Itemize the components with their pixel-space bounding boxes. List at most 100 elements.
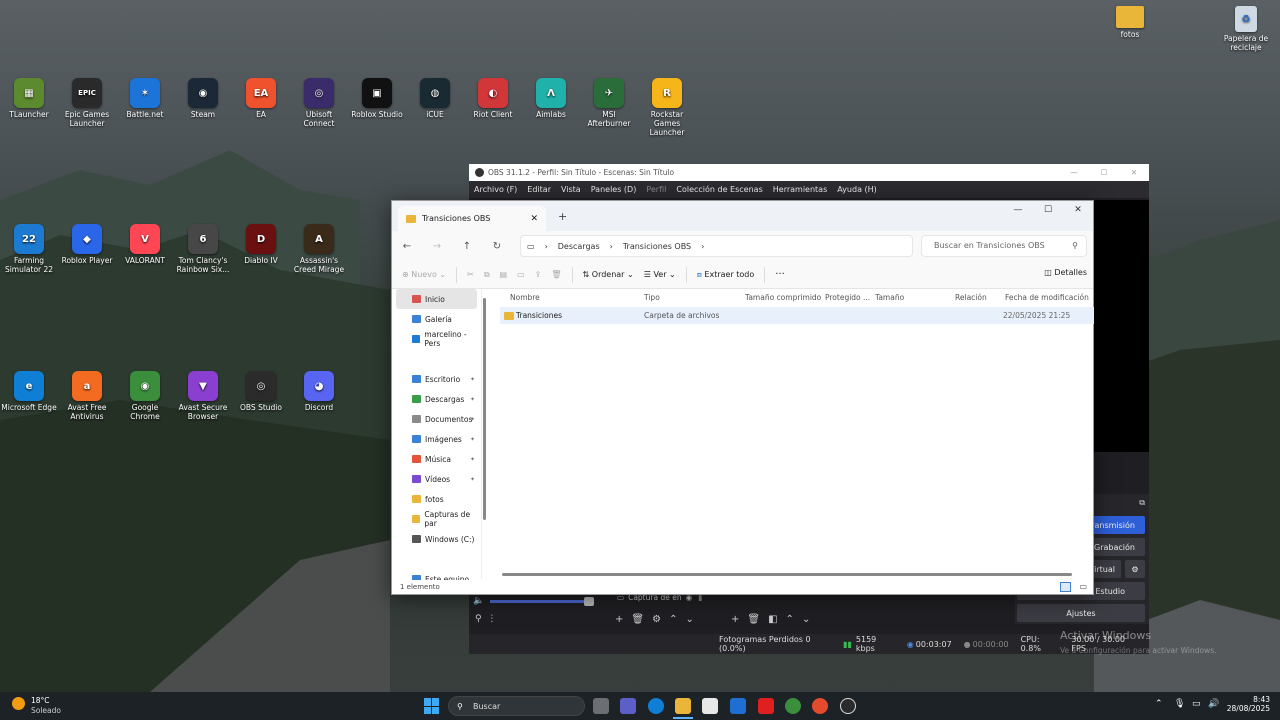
sort-button[interactable]: ⇅ Ordenar ⌄: [583, 270, 634, 279]
maximize-icon[interactable]: ☐: [1089, 168, 1119, 177]
col-relacion[interactable]: Relación: [955, 293, 987, 302]
maximize-icon[interactable]: ☐: [1033, 201, 1063, 219]
sidebar-item[interactable]: Descargas ✦: [392, 389, 481, 409]
close-tab-icon[interactable]: ✕: [530, 214, 538, 224]
add-icon[interactable]: +: [731, 614, 747, 625]
col-tamano[interactable]: Tamaño: [875, 293, 904, 302]
store-icon[interactable]: [702, 698, 718, 714]
sidebar-scrollbar[interactable]: [483, 298, 486, 520]
desktop-icon[interactable]: e Microsoft Edge: [1, 371, 57, 412]
details-button[interactable]: ◫ Detalles: [1044, 268, 1087, 277]
desktop-icon[interactable]: ✈ MSI Afterburner: [581, 78, 637, 128]
desktop-icon[interactable]: V VALORANT: [117, 224, 173, 265]
horizontal-scrollbar[interactable]: [502, 573, 1072, 576]
obs-title-bar[interactable]: OBS 31.1.2 - Perfil: Sin Título - Escena…: [469, 164, 1149, 181]
forward-icon[interactable]: →: [422, 241, 452, 252]
chrome-icon[interactable]: [785, 698, 801, 714]
desktop-icon[interactable]: ◎ OBS Studio: [233, 371, 289, 412]
more-options-icon[interactable]: ···: [775, 269, 785, 280]
desktop-icon[interactable]: ◐ Riot Client: [465, 78, 521, 119]
sidebar-item[interactable]: Windows (C:): [392, 529, 481, 549]
link-icon[interactable]: ⚲: [475, 614, 482, 624]
trash-icon[interactable]: 🗑: [747, 614, 768, 625]
speaker-icon[interactable]: 🔈: [473, 596, 484, 606]
sidebar-item[interactable]: Escritorio ✦: [392, 369, 481, 389]
sidebar-item[interactable]: Imágenes ✦: [392, 429, 481, 449]
extract-all-button[interactable]: ⧈ Extraer todo: [697, 270, 755, 280]
refresh-icon[interactable]: ↻: [482, 241, 512, 252]
tab-transiciones-obs[interactable]: Transiciones OBS ✕: [398, 206, 546, 231]
desktop-icon[interactable]: EPIC Epic Games Launcher: [59, 78, 115, 128]
weather-icon[interactable]: [12, 697, 25, 710]
col-protegido[interactable]: Protegido ...: [825, 293, 870, 302]
menu-paneles[interactable]: Paneles (D): [586, 185, 642, 194]
rename-icon[interactable]: ▭: [517, 270, 525, 279]
chevron-up-icon[interactable]: ⌃: [1155, 699, 1163, 709]
menu-perfil[interactable]: Perfil: [641, 185, 671, 194]
desktop-icon[interactable]: ▦ TLauncher: [1, 78, 57, 119]
mic-icon[interactable]: 🎙: [1174, 699, 1185, 709]
sidebar-item[interactable]: fotos: [392, 489, 481, 509]
desktop-icon-fotos[interactable]: fotos: [1102, 6, 1158, 39]
more-icon[interactable]: ⋮: [487, 614, 496, 624]
teams-icon[interactable]: [620, 698, 636, 714]
desktop-icon[interactable]: ◎ Ubisoft Connect: [291, 78, 347, 128]
settings-button[interactable]: Ajustes: [1017, 604, 1145, 622]
up-icon[interactable]: ⌃: [786, 614, 802, 625]
sidebar-item[interactable]: Documentos ✦: [392, 409, 481, 429]
sidebar-item[interactable]: Vídeos ✦: [392, 469, 481, 489]
windows-start-icon[interactable]: [424, 698, 440, 714]
tiles-view-icon[interactable]: ▭: [1079, 582, 1087, 592]
clock[interactable]: 8:43 28/08/2025: [1226, 695, 1270, 713]
desktop-icon[interactable]: ▣ Roblox Studio: [349, 78, 405, 119]
file-explorer-icon[interactable]: [675, 698, 691, 714]
network-icon[interactable]: ▭: [1192, 699, 1201, 709]
sidebar-item[interactable]: Galería: [392, 309, 481, 329]
filter-icon[interactable]: ◧: [768, 614, 785, 625]
breadcrumb-descargas[interactable]: Descargas: [558, 242, 600, 251]
copy-icon[interactable]: ⧉: [484, 270, 490, 280]
up-icon[interactable]: ⌃: [669, 614, 685, 625]
desktop-icon[interactable]: ◍ iCUE: [407, 78, 463, 119]
desktop-icon[interactable]: ◉ Google Chrome: [117, 371, 173, 421]
desktop-icon-recycle-bin[interactable]: ♻ Papelera de reciclaje: [1218, 6, 1274, 52]
new-tab-icon[interactable]: +: [558, 210, 567, 223]
chrome-profile-icon[interactable]: [812, 698, 828, 714]
desktop-icon[interactable]: ◉ Steam: [175, 78, 231, 119]
down-icon[interactable]: ⌄: [685, 614, 701, 625]
menu-herramientas[interactable]: Herramientas: [768, 185, 833, 194]
close-icon[interactable]: ✕: [1119, 168, 1149, 177]
search-input[interactable]: Buscar en Transiciones OBS ⚲: [921, 235, 1087, 257]
volume-icon[interactable]: 🔊: [1208, 699, 1219, 709]
trash-icon[interactable]: 🗑: [631, 614, 652, 625]
desktop-icon[interactable]: a Avast Free Antivirus: [59, 371, 115, 421]
col-nombre[interactable]: Nombre: [510, 293, 540, 302]
desktop-icon[interactable]: ◕ Discord: [291, 371, 347, 412]
desktop-icon[interactable]: ✶ Battle.net: [117, 78, 173, 119]
gear-icon[interactable]: ⚙: [652, 614, 669, 625]
desktop-icon[interactable]: ▼ Avast Secure Browser: [175, 371, 231, 421]
desktop-icon[interactable]: 6 Tom Clancy's Rainbow Six...: [175, 224, 231, 274]
details-view-icon[interactable]: [1060, 582, 1071, 592]
add-icon[interactable]: +: [615, 614, 631, 625]
view-button[interactable]: ☰ Ver ⌄: [644, 270, 676, 279]
minimize-icon[interactable]: —: [1003, 201, 1033, 219]
desktop-icon[interactable]: Λ Aimlabs: [523, 78, 579, 119]
minimize-icon[interactable]: —: [1059, 168, 1089, 177]
menu-ayuda[interactable]: Ayuda (H): [832, 185, 882, 194]
new-button[interactable]: ⊕ Nuevo ⌄: [402, 270, 446, 279]
dock-icon[interactable]: ⧉: [1139, 498, 1145, 508]
down-icon[interactable]: ⌄: [802, 614, 818, 625]
file-explorer-window[interactable]: Transiciones OBS ✕ + — ☐ ✕ ← → ↑ ↻ ▭ › Des…: [391, 200, 1094, 595]
desktop-icon[interactable]: D Diablo IV: [233, 224, 289, 265]
delete-icon[interactable]: 🗑: [551, 270, 561, 279]
sidebar-item[interactable]: Música ✦: [392, 449, 481, 469]
outlook-icon[interactable]: [730, 698, 746, 714]
cut-icon[interactable]: ✂: [467, 270, 474, 279]
share-icon[interactable]: ⇪: [535, 270, 542, 279]
youtube-icon[interactable]: [758, 698, 774, 714]
volume-slider[interactable]: [490, 596, 595, 606]
up-icon[interactable]: ↑: [452, 241, 482, 252]
close-icon[interactable]: ✕: [1063, 201, 1093, 219]
obs-taskbar-icon[interactable]: [840, 698, 856, 714]
